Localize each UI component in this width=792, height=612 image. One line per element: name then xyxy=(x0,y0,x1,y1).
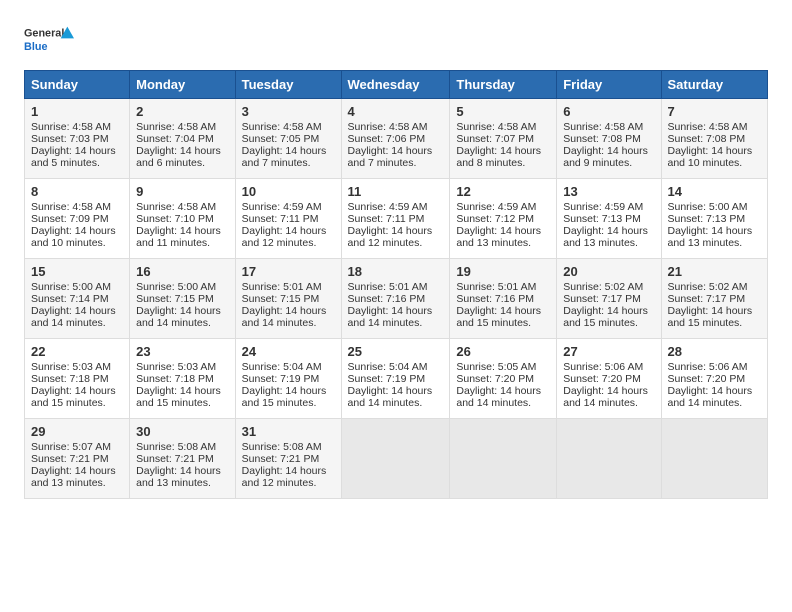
day-number: 17 xyxy=(242,264,335,279)
calendar-table: SundayMondayTuesdayWednesdayThursdayFrid… xyxy=(24,70,768,499)
day-number: 13 xyxy=(563,184,654,199)
calendar-week-row: 1Sunrise: 4:58 AMSunset: 7:03 PMDaylight… xyxy=(25,99,768,179)
calendar-cell: 17Sunrise: 5:01 AMSunset: 7:15 PMDayligh… xyxy=(235,259,341,339)
day-number: 27 xyxy=(563,344,654,359)
calendar-cell: 23Sunrise: 5:03 AMSunset: 7:18 PMDayligh… xyxy=(130,339,235,419)
logo: General Blue xyxy=(24,20,74,60)
header-thursday: Thursday xyxy=(450,71,557,99)
day-number: 26 xyxy=(456,344,550,359)
header-saturday: Saturday xyxy=(661,71,768,99)
day-number: 11 xyxy=(348,184,444,199)
calendar-cell: 10Sunrise: 4:59 AMSunset: 7:11 PMDayligh… xyxy=(235,179,341,259)
calendar-cell: 28Sunrise: 5:06 AMSunset: 7:20 PMDayligh… xyxy=(661,339,768,419)
day-number: 3 xyxy=(242,104,335,119)
calendar-cell: 30Sunrise: 5:08 AMSunset: 7:21 PMDayligh… xyxy=(130,419,235,499)
calendar-cell: 29Sunrise: 5:07 AMSunset: 7:21 PMDayligh… xyxy=(25,419,130,499)
calendar-cell: 11Sunrise: 4:59 AMSunset: 7:11 PMDayligh… xyxy=(341,179,450,259)
calendar-cell: 31Sunrise: 5:08 AMSunset: 7:21 PMDayligh… xyxy=(235,419,341,499)
day-number: 18 xyxy=(348,264,444,279)
calendar-cell: 5Sunrise: 4:58 AMSunset: 7:07 PMDaylight… xyxy=(450,99,557,179)
calendar-cell: 22Sunrise: 5:03 AMSunset: 7:18 PMDayligh… xyxy=(25,339,130,419)
calendar-cell: 25Sunrise: 5:04 AMSunset: 7:19 PMDayligh… xyxy=(341,339,450,419)
day-number: 16 xyxy=(136,264,228,279)
calendar-cell: 19Sunrise: 5:01 AMSunset: 7:16 PMDayligh… xyxy=(450,259,557,339)
calendar-cell: 6Sunrise: 4:58 AMSunset: 7:08 PMDaylight… xyxy=(557,99,661,179)
calendar-cell: 18Sunrise: 5:01 AMSunset: 7:16 PMDayligh… xyxy=(341,259,450,339)
calendar-week-row: 29Sunrise: 5:07 AMSunset: 7:21 PMDayligh… xyxy=(25,419,768,499)
day-number: 12 xyxy=(456,184,550,199)
svg-text:General: General xyxy=(24,28,64,40)
header-sunday: Sunday xyxy=(25,71,130,99)
calendar-cell xyxy=(341,419,450,499)
header-tuesday: Tuesday xyxy=(235,71,341,99)
day-number: 4 xyxy=(348,104,444,119)
header-monday: Monday xyxy=(130,71,235,99)
day-number: 10 xyxy=(242,184,335,199)
header-wednesday: Wednesday xyxy=(341,71,450,99)
calendar-cell: 9Sunrise: 4:58 AMSunset: 7:10 PMDaylight… xyxy=(130,179,235,259)
calendar-cell: 3Sunrise: 4:58 AMSunset: 7:05 PMDaylight… xyxy=(235,99,341,179)
calendar-cell: 7Sunrise: 4:58 AMSunset: 7:08 PMDaylight… xyxy=(661,99,768,179)
day-number: 23 xyxy=(136,344,228,359)
calendar-cell: 4Sunrise: 4:58 AMSunset: 7:06 PMDaylight… xyxy=(341,99,450,179)
day-number: 29 xyxy=(31,424,123,439)
logo-svg: General Blue xyxy=(24,20,74,60)
calendar-cell: 14Sunrise: 5:00 AMSunset: 7:13 PMDayligh… xyxy=(661,179,768,259)
day-number: 21 xyxy=(668,264,762,279)
calendar-cell xyxy=(557,419,661,499)
calendar-cell: 13Sunrise: 4:59 AMSunset: 7:13 PMDayligh… xyxy=(557,179,661,259)
calendar-cell: 1Sunrise: 4:58 AMSunset: 7:03 PMDaylight… xyxy=(25,99,130,179)
day-number: 9 xyxy=(136,184,228,199)
calendar-cell: 2Sunrise: 4:58 AMSunset: 7:04 PMDaylight… xyxy=(130,99,235,179)
calendar-cell: 27Sunrise: 5:06 AMSunset: 7:20 PMDayligh… xyxy=(557,339,661,419)
day-number: 22 xyxy=(31,344,123,359)
calendar-week-row: 22Sunrise: 5:03 AMSunset: 7:18 PMDayligh… xyxy=(25,339,768,419)
day-number: 28 xyxy=(668,344,762,359)
day-number: 14 xyxy=(668,184,762,199)
day-number: 2 xyxy=(136,104,228,119)
day-number: 25 xyxy=(348,344,444,359)
day-number: 31 xyxy=(242,424,335,439)
calendar-cell xyxy=(661,419,768,499)
day-number: 30 xyxy=(136,424,228,439)
calendar-week-row: 15Sunrise: 5:00 AMSunset: 7:14 PMDayligh… xyxy=(25,259,768,339)
day-number: 6 xyxy=(563,104,654,119)
day-number: 19 xyxy=(456,264,550,279)
day-number: 20 xyxy=(563,264,654,279)
calendar-cell: 20Sunrise: 5:02 AMSunset: 7:17 PMDayligh… xyxy=(557,259,661,339)
calendar-cell: 26Sunrise: 5:05 AMSunset: 7:20 PMDayligh… xyxy=(450,339,557,419)
day-number: 24 xyxy=(242,344,335,359)
day-number: 7 xyxy=(668,104,762,119)
calendar-cell: 15Sunrise: 5:00 AMSunset: 7:14 PMDayligh… xyxy=(25,259,130,339)
day-number: 8 xyxy=(31,184,123,199)
calendar-week-row: 8Sunrise: 4:58 AMSunset: 7:09 PMDaylight… xyxy=(25,179,768,259)
calendar-cell: 12Sunrise: 4:59 AMSunset: 7:12 PMDayligh… xyxy=(450,179,557,259)
header-friday: Friday xyxy=(557,71,661,99)
calendar-cell: 24Sunrise: 5:04 AMSunset: 7:19 PMDayligh… xyxy=(235,339,341,419)
calendar-cell: 21Sunrise: 5:02 AMSunset: 7:17 PMDayligh… xyxy=(661,259,768,339)
calendar-cell xyxy=(450,419,557,499)
svg-text:Blue: Blue xyxy=(24,41,47,53)
day-number: 15 xyxy=(31,264,123,279)
calendar-cell: 8Sunrise: 4:58 AMSunset: 7:09 PMDaylight… xyxy=(25,179,130,259)
day-number: 1 xyxy=(31,104,123,119)
day-number: 5 xyxy=(456,104,550,119)
calendar-cell: 16Sunrise: 5:00 AMSunset: 7:15 PMDayligh… xyxy=(130,259,235,339)
calendar-header-row: SundayMondayTuesdayWednesdayThursdayFrid… xyxy=(25,71,768,99)
